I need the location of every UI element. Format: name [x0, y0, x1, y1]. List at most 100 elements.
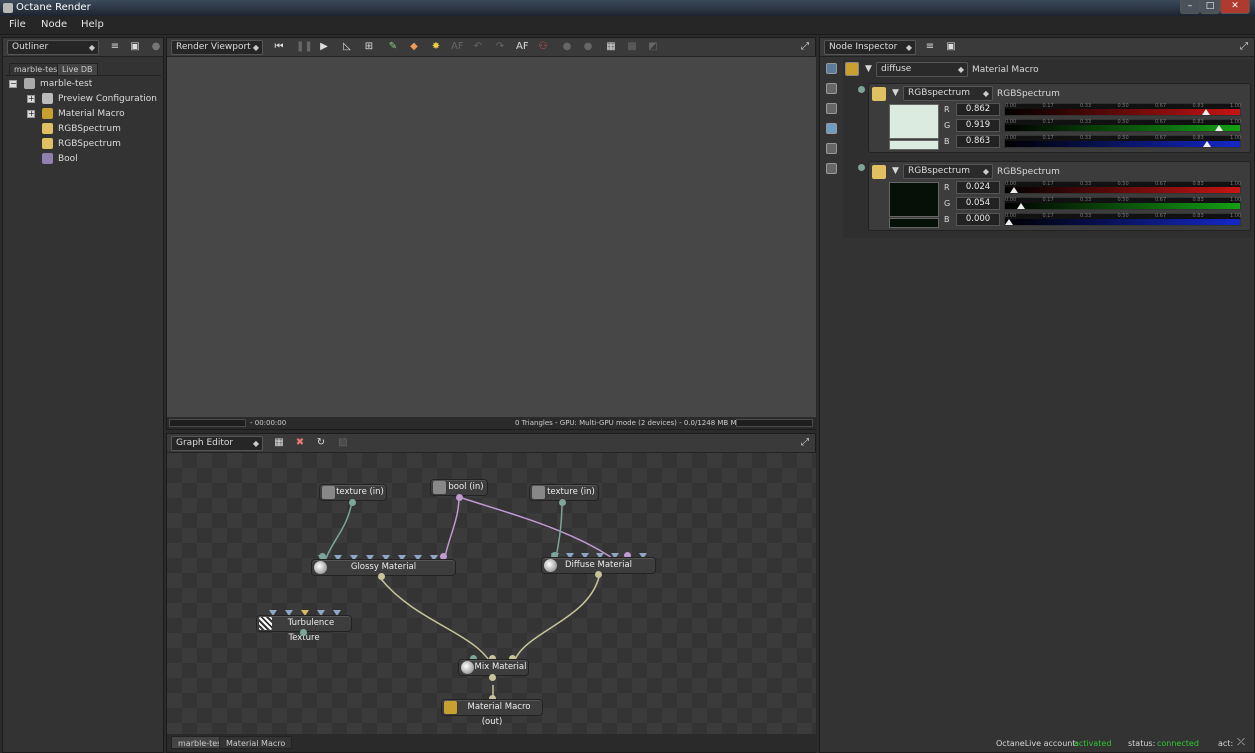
- tree-item-rgbspectrum-1[interactable]: RGBSpectrum: [58, 122, 121, 136]
- minimize-button[interactable]: –: [1180, 0, 1200, 14]
- tab-live-db[interactable]: Live DB: [57, 63, 98, 75]
- channel-slider-b[interactable]: 0.00 0.17 0.33 0.50 0.67 0.83 1.00: [1004, 213, 1241, 226]
- sphere-alt-icon[interactable]: ●: [582, 41, 594, 53]
- camera-settings-icon[interactable]: [826, 83, 837, 94]
- autofocus-button[interactable]: AF: [516, 41, 529, 53]
- slider-knob[interactable]: [1017, 203, 1026, 209]
- graph-selector[interactable]: Graph Editor ◆: [171, 436, 263, 451]
- slider-knob[interactable]: [1010, 187, 1019, 193]
- pause-icon[interactable]: ❚❚: [296, 41, 313, 53]
- dock-panel-icon[interactable]: ▣: [129, 41, 141, 53]
- pin-select[interactable]: diffuse ◆: [876, 62, 968, 77]
- channel-label-g: G: [944, 199, 951, 208]
- inspector-selector[interactable]: Node Inspector ◆: [824, 40, 916, 55]
- film-icon[interactable]: [826, 103, 837, 114]
- viewport-selector[interactable]: Render Viewport ◆: [171, 40, 263, 55]
- outliner-selector[interactable]: Outliner ◆: [7, 40, 99, 55]
- inspector-float-icon[interactable]: ≡: [924, 41, 936, 53]
- slider-knob[interactable]: [1202, 109, 1211, 115]
- reset-render-icon[interactable]: ⏮: [273, 41, 285, 53]
- channel-slider-r[interactable]: 0.00 0.17 0.33 0.50 0.67 0.83 1.00: [1004, 181, 1241, 194]
- channel-label-b: B: [944, 137, 950, 146]
- tree-item-marble-test[interactable]: marble-test: [40, 77, 92, 91]
- graph-camera-icon[interactable]: ▦: [273, 437, 285, 449]
- environment-icon[interactable]: [826, 123, 837, 134]
- region-icon[interactable]: ⊞: [363, 41, 375, 53]
- imager-icon[interactable]: [826, 143, 837, 154]
- tree-item-preview-configuration[interactable]: Preview Configuration: [58, 92, 157, 106]
- color-swatch[interactable]: [889, 182, 939, 217]
- menu-help[interactable]: Help: [81, 19, 104, 30]
- picker-icon[interactable]: ✎: [387, 41, 399, 53]
- maximize-graph-icon[interactable]: ⤢: [799, 437, 811, 449]
- output-pin[interactable]: [349, 499, 356, 506]
- channel-slider-g[interactable]: 0.00 0.17 0.33 0.50 0.67 0.83 1.00: [1004, 197, 1241, 210]
- render-canvas[interactable]: [167, 57, 816, 417]
- alpha-icon[interactable]: ◩: [647, 41, 659, 53]
- light-icon[interactable]: ✸: [430, 41, 442, 53]
- app-logo-icon: [3, 3, 13, 13]
- menu-bar: File Node Help: [0, 16, 1255, 35]
- collapse-arrow-icon[interactable]: ▼: [892, 166, 899, 176]
- camera-icon[interactable]: ⚇: [537, 41, 549, 53]
- color-preview: [889, 218, 939, 228]
- output-pin[interactable]: [559, 499, 566, 506]
- channel-value-g[interactable]: 0.919: [956, 119, 1000, 132]
- graph-tab-material-macro[interactable]: Material Macro: [219, 736, 293, 749]
- menu-node[interactable]: Node: [41, 19, 67, 30]
- panel-dot-icon[interactable]: ●: [150, 41, 162, 53]
- background-icon[interactable]: ▦: [605, 41, 617, 53]
- float-panel-icon[interactable]: ≡: [109, 41, 121, 53]
- slider-knob[interactable]: [1202, 141, 1211, 147]
- channel-slider-r[interactable]: 0.00 0.17 0.33 0.50 0.67 0.83 1.00: [1004, 103, 1241, 116]
- inspector-dock-icon[interactable]: ▣: [945, 41, 957, 53]
- graph-node-material-macro-out[interactable]: Material Macro (out): [441, 699, 543, 727]
- channel-value-b[interactable]: 0.863: [956, 135, 1000, 148]
- redo-icon[interactable]: ↷: [494, 41, 506, 53]
- graph-refresh-icon[interactable]: ↻: [315, 437, 327, 449]
- material-picker-icon[interactable]: ◆: [408, 41, 420, 53]
- collapse-root-icon[interactable]: −: [9, 80, 17, 88]
- channel-value-b[interactable]: 0.000: [956, 213, 1000, 226]
- tree-item-rgbspectrum-2[interactable]: RGBSpectrum: [58, 137, 121, 151]
- undo-icon[interactable]: ↶: [472, 41, 484, 53]
- expand-preview-config-icon[interactable]: +: [27, 95, 35, 103]
- rendertarget-icon[interactable]: [826, 63, 837, 74]
- slider-knob[interactable]: [1005, 219, 1013, 225]
- input-pin[interactable]: [858, 164, 865, 171]
- color-swatch[interactable]: [889, 104, 939, 139]
- tree-item-bool[interactable]: Bool: [58, 152, 78, 166]
- menu-file[interactable]: File: [9, 19, 26, 30]
- collapse-arrow-icon[interactable]: ▼: [865, 64, 872, 74]
- af-dim-icon[interactable]: AF: [451, 41, 464, 53]
- maximize-button[interactable]: □: [1200, 0, 1220, 14]
- graph-image-icon[interactable]: ▨: [337, 437, 349, 449]
- channel-slider-g[interactable]: 0.00 0.17 0.33 0.50 0.67 0.83 1.00: [1004, 119, 1241, 132]
- channel-value-g[interactable]: 0.054: [956, 197, 1000, 210]
- output-pin[interactable]: [378, 573, 385, 580]
- node-type-select[interactable]: RGBspectrum ◆: [903, 164, 993, 179]
- output-pin[interactable]: [595, 571, 602, 578]
- tree-item-material-macro[interactable]: Material Macro: [58, 107, 125, 121]
- checker-icon[interactable]: ▩: [626, 41, 638, 53]
- output-pin[interactable]: [489, 674, 496, 681]
- channel-slider-b[interactable]: 0.00 0.17 0.33 0.50 0.67 0.83 1.00: [1004, 135, 1241, 148]
- close-button[interactable]: ✕: [1220, 0, 1250, 14]
- expand-material-macro-icon[interactable]: +: [27, 110, 35, 118]
- output-pin[interactable]: [300, 629, 307, 636]
- play-icon[interactable]: ▶: [318, 41, 330, 53]
- output-pin[interactable]: [456, 494, 463, 501]
- maximize-inspector-icon[interactable]: ⤢: [1238, 41, 1250, 53]
- slider-knob[interactable]: [1215, 125, 1224, 131]
- collapse-arrow-icon[interactable]: ▼: [892, 88, 899, 98]
- graph-delete-icon[interactable]: ✖: [294, 437, 306, 449]
- maximize-viewport-icon[interactable]: ⤢: [799, 41, 811, 53]
- sphere-icon[interactable]: ●: [561, 41, 573, 53]
- channel-value-r[interactable]: 0.024: [956, 181, 1000, 194]
- channel-value-r[interactable]: 0.862: [956, 103, 1000, 116]
- graph-canvas[interactable]: texture (in) bool (in) texture (in) Glos…: [167, 453, 816, 734]
- node-type-select[interactable]: RGBspectrum ◆: [903, 86, 993, 101]
- input-pin[interactable]: [858, 86, 865, 93]
- triangle-icon[interactable]: ◺: [341, 41, 353, 53]
- kernel-icon[interactable]: [826, 163, 837, 174]
